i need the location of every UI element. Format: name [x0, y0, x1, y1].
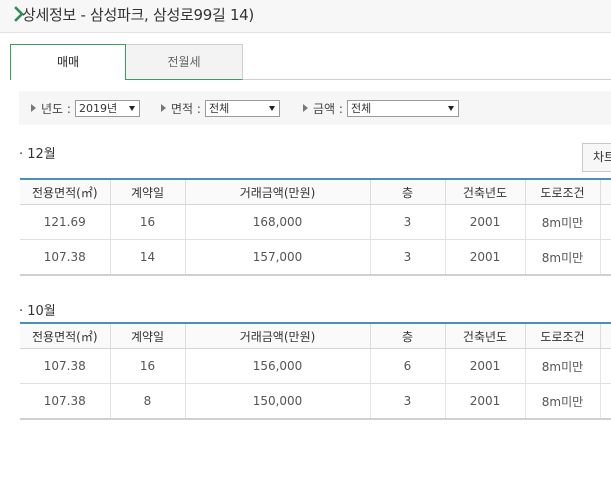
price-filter-label: 금액 :	[313, 101, 343, 116]
cell-area: 107.38	[20, 348, 111, 384]
cell-floor: 6	[370, 348, 446, 384]
chart-button[interactable]: 차트	[582, 143, 611, 172]
cell-contract-day: 14	[110, 239, 186, 276]
cell-area: 107.38	[20, 383, 111, 420]
cell-extra	[600, 348, 611, 384]
area-filter: 면적 : 전체	[161, 99, 280, 117]
column-header-floor: 층	[370, 178, 446, 205]
area-select[interactable]: 전체	[204, 99, 280, 117]
table-row: 107.38 16 156,000 6 2001 8m미만	[20, 348, 611, 384]
cell-road: 8m미만	[525, 348, 601, 384]
tab-rent[interactable]: 전월세	[126, 44, 243, 80]
filter-bar: 년도 : 2019년 면적 : 전체 금액 : 전체	[19, 91, 611, 125]
cell-contract-day: 16	[110, 204, 186, 240]
cell-contract-day: 16	[110, 348, 186, 384]
section-title-october: · 10월	[19, 304, 56, 319]
column-header-contract-day: 계약일	[110, 322, 186, 349]
section-title-december: · 12월	[19, 147, 56, 162]
table-row: 107.38 14 157,000 3 2001 8m미만	[20, 239, 611, 276]
table-row: 107.38 8 150,000 3 2001 8m미만	[20, 383, 611, 420]
cell-built-year: 2001	[445, 383, 526, 420]
cell-built-year: 2001	[445, 239, 526, 276]
year-filter-label: 년도 :	[41, 101, 71, 116]
year-select[interactable]: 2019년	[74, 99, 140, 117]
price-select-value: 전체	[350, 101, 372, 115]
area-select-value: 전체	[208, 101, 230, 115]
cell-price: 156,000	[185, 348, 371, 384]
column-header-area: 전용면적(㎡)	[20, 178, 111, 205]
year-select-value: 2019년	[78, 101, 118, 115]
bullet-triangle-icon	[303, 104, 308, 112]
cell-built-year: 2001	[445, 204, 526, 240]
cell-price: 168,000	[185, 204, 371, 240]
dropdown-caret-icon	[447, 105, 454, 111]
column-header-built-year: 건축년도	[445, 322, 526, 349]
column-header-road: 도로조건	[525, 178, 601, 205]
cell-price: 157,000	[185, 239, 371, 276]
dropdown-caret-icon	[128, 105, 135, 111]
cell-extra	[600, 383, 611, 420]
cell-area: 107.38	[20, 239, 111, 276]
cell-road: 8m미만	[525, 204, 601, 240]
bullet-triangle-icon	[161, 104, 166, 112]
column-header-road: 도로조건	[525, 322, 601, 349]
column-header-floor: 층	[370, 322, 446, 349]
tab-bar: 매매 전월세	[10, 44, 611, 80]
title-bar: 상세정보 - 삼성파크, 삼성로99길 14)	[0, 0, 611, 33]
price-select[interactable]: 전체	[346, 99, 459, 117]
year-filter: 년도 : 2019년	[31, 99, 140, 117]
column-header-price: 거래금액(만원)	[185, 178, 371, 205]
price-filter: 금액 : 전체	[303, 99, 459, 117]
page-title: 상세정보 - 삼성파크, 삼성로99길 14)	[22, 6, 254, 24]
cell-floor: 3	[370, 204, 446, 240]
cell-area: 121.69	[20, 204, 111, 240]
cell-road: 8m미만	[525, 239, 601, 276]
cell-floor: 3	[370, 383, 446, 420]
cell-extra	[600, 204, 611, 240]
tab-sale[interactable]: 매매	[10, 44, 126, 80]
cell-floor: 3	[370, 239, 446, 276]
column-header-price: 거래금액(만원)	[185, 322, 371, 349]
column-header-built-year: 건축년도	[445, 178, 526, 205]
deal-table-december: 전용면적(㎡) 계약일 거래금액(만원) 층 건축년도 도로조건 121.69 …	[20, 178, 611, 276]
column-header-extra	[600, 178, 611, 205]
table-header-row: 전용면적(㎡) 계약일 거래금액(만원) 층 건축년도 도로조건	[20, 322, 611, 349]
cell-contract-day: 8	[110, 383, 186, 420]
bullet-triangle-icon	[31, 104, 36, 112]
column-header-area: 전용면적(㎡)	[20, 322, 111, 349]
dropdown-caret-icon	[268, 105, 275, 111]
cell-built-year: 2001	[445, 348, 526, 384]
area-filter-label: 면적 :	[171, 101, 201, 116]
column-header-extra	[600, 322, 611, 349]
table-header-row: 전용면적(㎡) 계약일 거래금액(만원) 층 건축년도 도로조건	[20, 178, 611, 205]
table-row: 121.69 16 168,000 3 2001 8m미만	[20, 204, 611, 240]
cell-road: 8m미만	[525, 383, 601, 420]
deal-table-october: 전용면적(㎡) 계약일 거래금액(만원) 층 건축년도 도로조건 107.38 …	[20, 322, 611, 420]
column-header-contract-day: 계약일	[110, 178, 186, 205]
cell-extra	[600, 239, 611, 276]
cell-price: 150,000	[185, 383, 371, 420]
